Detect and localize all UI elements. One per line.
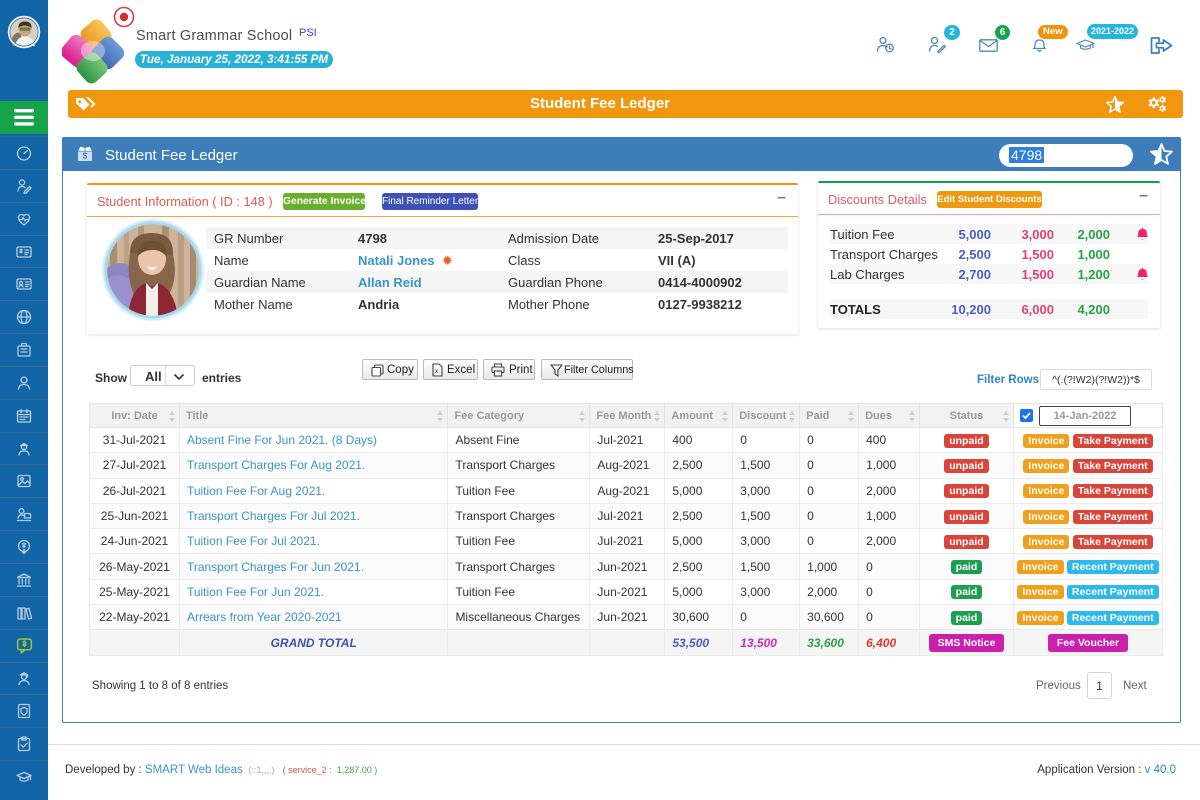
svg-text:x: x xyxy=(435,368,439,375)
svg-text:$: $ xyxy=(83,152,88,161)
